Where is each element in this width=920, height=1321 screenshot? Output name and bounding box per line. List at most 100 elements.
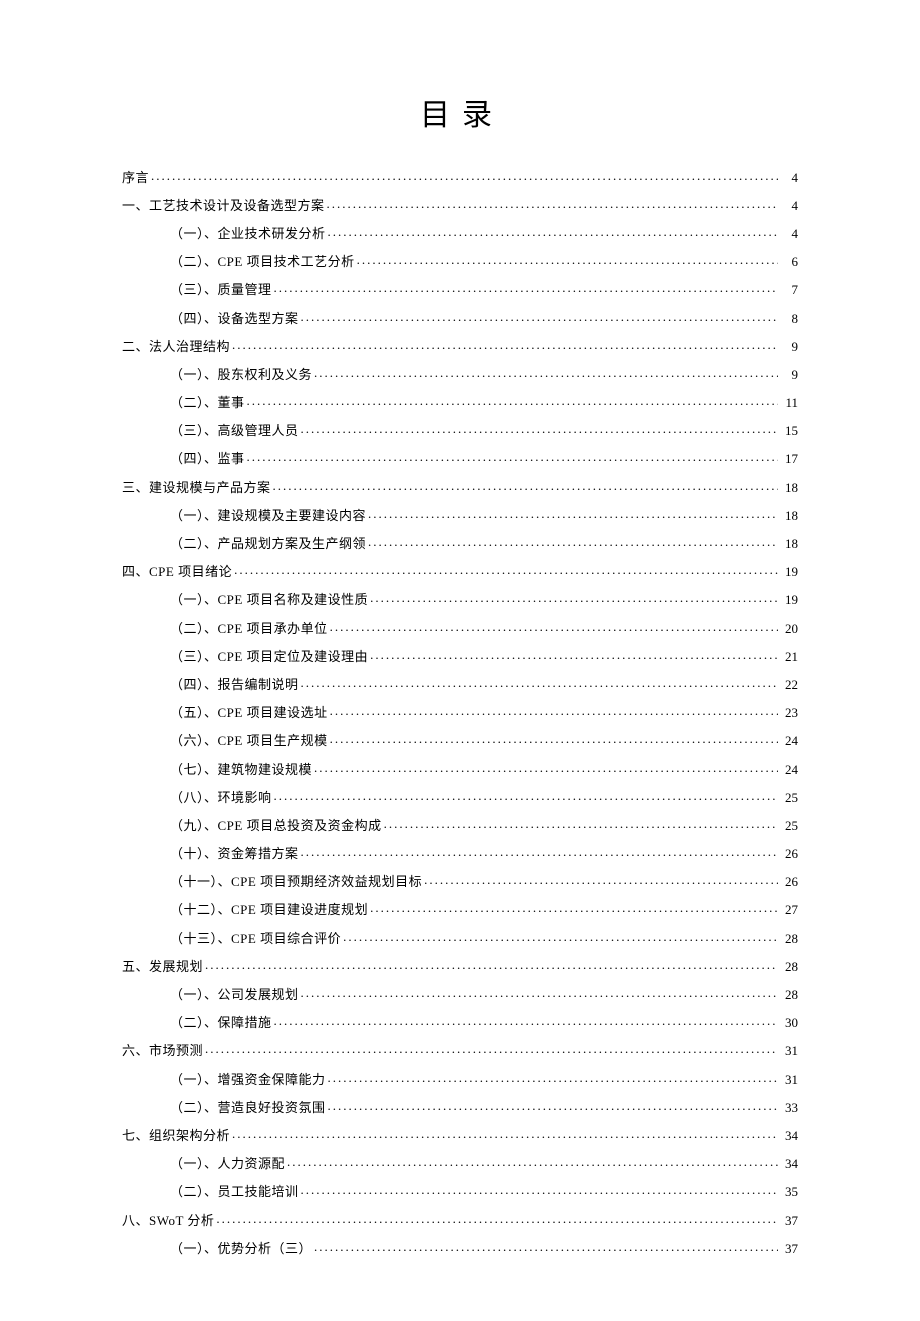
toc-leader-dots — [301, 1183, 778, 1196]
toc-entry: （一）、优势分析（三）37 — [122, 1233, 798, 1261]
toc-entry: （九）、CPE 项目总投资及资金构成 25 — [122, 810, 798, 838]
toc-entry: 八、SWoT 分析37 — [122, 1205, 798, 1233]
toc-entry-page: 18 — [780, 509, 798, 522]
toc-leader-dots — [343, 930, 778, 943]
toc-entry: （二）、员工技能培训 35 — [122, 1177, 798, 1205]
toc-entry-label: （十一）、CPE 项目预期经济效益规划目标 — [122, 875, 422, 888]
toc-entry-page: 34 — [780, 1129, 798, 1142]
toc-entry-page: 19 — [780, 565, 798, 578]
toc-entry: （一）、增强资金保障能力31 — [122, 1064, 798, 1092]
toc-entry-page: 27 — [780, 903, 798, 916]
toc-entry-label: （十三）、CPE 项目综合评价 — [122, 932, 341, 945]
toc-entry: （二）、营造良好投资氛围 33 — [122, 1092, 798, 1120]
toc-entry-page: 35 — [780, 1185, 798, 1198]
toc-entry-label: （一）、人力资源配 — [122, 1157, 285, 1170]
toc-entry-label: （二）、员工技能培训 — [122, 1185, 299, 1198]
toc-entry-page: 33 — [780, 1101, 798, 1114]
toc-leader-dots — [273, 479, 778, 492]
toc-leader-dots — [368, 507, 778, 520]
toc-entry: （十二）、CPE 项目建设进度规划27 — [122, 895, 798, 923]
toc-entry: 五、发展规划 28 — [122, 951, 798, 979]
toc-entry: （十）、资金筹措方案 26 — [122, 839, 798, 867]
toc-entry: 一、工艺技术设计及设备选型方案 4 — [122, 190, 798, 218]
toc-leader-dots — [330, 620, 778, 633]
toc-entry-label: （十）、资金筹措方案 — [122, 847, 299, 860]
toc-leader-dots — [424, 873, 778, 886]
toc-entry-label: （九）、CPE 项目总投资及资金构成 — [122, 819, 382, 832]
toc-entry: （一）、CPE 项目名称及建设性质19 — [122, 585, 798, 613]
toc-entry-label: 四、CPE 项目绪论 — [122, 565, 232, 578]
table-of-contents: 序言4一、工艺技术设计及设备选型方案4（一）、企业技术研发分析4（二）、CPE … — [122, 162, 798, 1261]
toc-entry: （四）、监事 17 — [122, 444, 798, 472]
toc-entry-label: （一）、优势分析（三） — [122, 1242, 312, 1255]
toc-entry: 七、组织架构分析 34 — [122, 1120, 798, 1148]
toc-entry: （一）、公司发展规划28 — [122, 979, 798, 1007]
toc-entry: （三）、质量管理 7 — [122, 275, 798, 303]
toc-entry-page: 21 — [780, 650, 798, 663]
document-page: 目录 序言4一、工艺技术设计及设备选型方案4（一）、企业技术研发分析4（二）、C… — [0, 0, 920, 1321]
toc-entry: （二）、董事11 — [122, 388, 798, 416]
toc-leader-dots — [151, 169, 778, 182]
toc-entry-label: （一）、建设规模及主要建设内容 — [122, 509, 366, 522]
toc-leader-dots — [328, 1099, 778, 1112]
toc-entry-page: 4 — [780, 199, 798, 212]
toc-entry-page: 22 — [780, 678, 798, 691]
toc-entry-page: 28 — [780, 960, 798, 973]
toc-leader-dots — [301, 845, 778, 858]
toc-entry: （五）、CPE 项目建设选址23 — [122, 698, 798, 726]
toc-entry: 序言 4 — [122, 162, 798, 190]
toc-leader-dots — [368, 535, 778, 548]
toc-entry-label: （四）、报告编制说明 — [122, 678, 299, 691]
toc-leader-dots — [370, 591, 778, 604]
toc-entry-label: （七）、建筑物建设规模 — [122, 763, 312, 776]
toc-entry-page: 4 — [780, 171, 798, 184]
toc-leader-dots — [232, 338, 778, 351]
toc-entry-page: 31 — [780, 1044, 798, 1057]
toc-entry: （八）、环境影响25 — [122, 782, 798, 810]
toc-entry-label: 序言 — [122, 171, 149, 184]
toc-entry-label: 二、法人治理结构 — [122, 340, 230, 353]
toc-entry: （二）、CPE 项目承办单位20 — [122, 613, 798, 641]
toc-entry-page: 26 — [780, 847, 798, 860]
toc-leader-dots — [314, 366, 778, 379]
toc-entry: （六）、CPE 项目生产规模24 — [122, 726, 798, 754]
toc-entry-page: 25 — [780, 819, 798, 832]
toc-entry-page: 11 — [780, 396, 798, 409]
toc-leader-dots — [301, 310, 778, 323]
toc-entry-label: 三、建设规模与产品方案 — [122, 481, 271, 494]
toc-leader-dots — [274, 281, 778, 294]
toc-entry-label: 六、市场预测 — [122, 1044, 203, 1057]
toc-leader-dots — [234, 563, 778, 576]
toc-leader-dots — [205, 1042, 778, 1055]
toc-entry-label: （四）、监事 — [122, 452, 245, 465]
toc-entry-label: （三）、高级管理人员 — [122, 424, 299, 437]
toc-leader-dots — [301, 676, 778, 689]
toc-leader-dots — [370, 901, 778, 914]
toc-entry-label: 一、工艺技术设计及设备选型方案 — [122, 199, 325, 212]
toc-leader-dots — [205, 958, 778, 971]
toc-entry: （一）、人力资源配 34 — [122, 1149, 798, 1177]
toc-entry: 二、法人治理结构9 — [122, 331, 798, 359]
toc-leader-dots — [384, 817, 778, 830]
toc-leader-dots — [357, 253, 778, 266]
toc-entry-label: （二）、营造良好投资氛围 — [122, 1101, 326, 1114]
toc-entry: （二）、产品规划方案及生产纲领18 — [122, 528, 798, 556]
toc-entry-page: 4 — [780, 227, 798, 240]
toc-entry-label: （二）、CPE 项目技术工艺分析 — [122, 255, 355, 268]
toc-entry: （三）、CPE 项目定位及建设理由21 — [122, 641, 798, 669]
toc-entry-page: 9 — [780, 368, 798, 381]
toc-entry-label: 八、SWoT 分析 — [122, 1214, 214, 1227]
toc-entry-label: 七、组织架构分析 — [122, 1129, 230, 1142]
page-title: 目录 — [126, 90, 798, 134]
toc-entry-page: 7 — [780, 283, 798, 296]
toc-entry-page: 24 — [780, 734, 798, 747]
toc-leader-dots — [314, 1240, 778, 1253]
toc-entry-label: （三）、质量管理 — [122, 283, 272, 296]
toc-entry: （二）、保障措施30 — [122, 1008, 798, 1036]
toc-entry-page: 34 — [780, 1157, 798, 1170]
toc-leader-dots — [301, 986, 778, 999]
toc-entry-page: 17 — [780, 452, 798, 465]
toc-entry-label: （二）、保障措施 — [122, 1016, 272, 1029]
toc-entry-page: 8 — [780, 312, 798, 325]
toc-entry-label: 五、发展规划 — [122, 960, 203, 973]
